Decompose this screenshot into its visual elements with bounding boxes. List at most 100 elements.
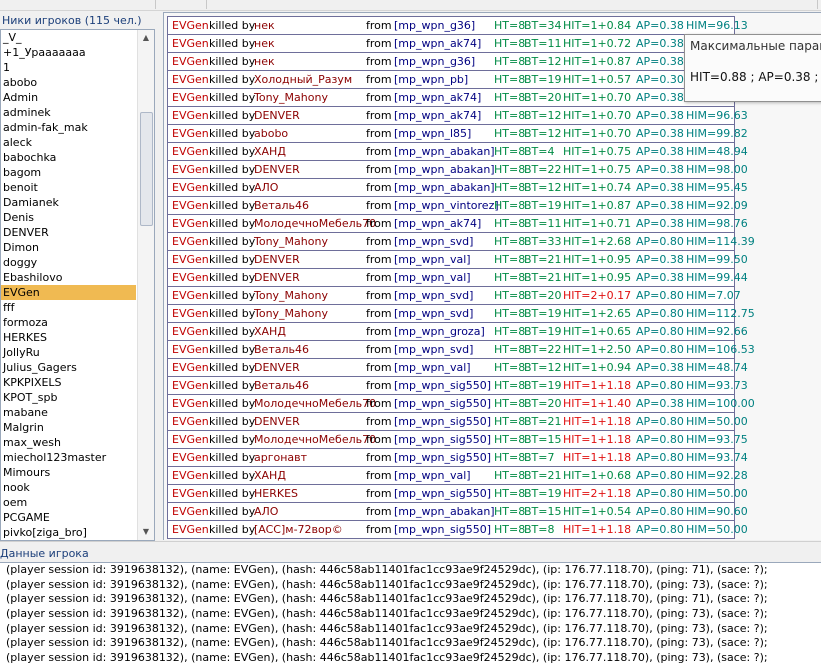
player-list-item[interactable]: Damianek <box>1 195 136 210</box>
player-list-item[interactable]: formoza <box>1 315 136 330</box>
hit-value: HIT=1+0.87 <box>563 199 632 212</box>
kill-log-row[interactable]: EVGen killed by DENVER from [mp_wpn_val] HT=8… <box>167 268 821 287</box>
player-list-item[interactable]: JollyRu <box>1 345 136 360</box>
killer-name: нек <box>254 19 275 32</box>
kill-log-row[interactable]: EVGen killed by [ACC]м-72вор© from [mp_wpn_s… <box>167 520 821 539</box>
kill-log-row[interactable]: EVGen killed by abobo from [mp_wpn_l85] HT=8 B… <box>167 124 821 143</box>
kill-log-row[interactable]: EVGen killed by Веталь46 from [mp_wpn_sig550… <box>167 376 821 395</box>
player-list-item[interactable]: miechol123master <box>1 450 136 465</box>
victim-name: EVGen <box>172 325 209 338</box>
player-list-item[interactable]: Admin <box>1 90 136 105</box>
players-list[interactable]: _V_ +1_Урааааааа 1 abobo Admin adminek admin-f… <box>1 30 136 540</box>
player-list-item[interactable]: bagom <box>1 165 136 180</box>
kill-log-row[interactable]: EVGen killed by Tony_Mahony from [mp_wpn_svd… <box>167 232 821 251</box>
victim-name: EVGen <box>172 361 209 374</box>
kill-log-row[interactable]: EVGen killed by Веталь46 from [mp_wpn_vintor… <box>167 196 821 215</box>
bt-value: BT=19 <box>524 379 562 392</box>
weapon-name: [mp_wpn_sig550] <box>394 415 491 428</box>
player-list-item[interactable]: Denis <box>1 210 136 225</box>
kill-log-row[interactable]: EVGen killed by HERKES from [mp_wpn_sig550] H… <box>167 484 821 503</box>
hit-value: HIT=1+0.95 <box>563 253 632 266</box>
kill-log-row[interactable]: EVGen killed by Tony_Mahony from [mp_wpn_svd… <box>167 304 821 323</box>
weapon-name: [mp_wpn_sig550] <box>394 523 491 536</box>
player-list-item[interactable]: max_wesh <box>1 435 136 450</box>
player-list-item[interactable]: DENVER <box>1 225 136 240</box>
from-label: from <box>366 379 392 392</box>
player-list-item[interactable]: nook <box>1 480 136 495</box>
killed-by-label: killed by <box>209 163 256 176</box>
player-list-item[interactable]: benoit <box>1 180 136 195</box>
player-list-item[interactable]: PCGAME <box>1 510 136 525</box>
killed-by-label: killed by <box>209 181 256 194</box>
player-list-item[interactable]: pivko[ziga_bro] <box>1 525 136 540</box>
player-list-item[interactable]: fff <box>1 300 136 315</box>
player-list-item[interactable]: mabane <box>1 405 136 420</box>
kill-log-row[interactable]: EVGen killed by МолодечноМебель70 from [mp_w… <box>167 394 821 413</box>
kill-log-row[interactable]: EVGen killed by DENVER from [mp_wpn_sig550] H… <box>167 412 821 431</box>
ht-value: HT=8 <box>494 127 526 140</box>
kill-log-row[interactable]: EVGen killed by Tony_Mahony from [mp_wpn_svd… <box>167 286 821 305</box>
scroll-down-icon[interactable]: ▼ <box>138 524 154 540</box>
killer-name: [ACC]м-72вор© <box>254 523 343 536</box>
victim-name: EVGen <box>172 145 209 158</box>
scroll-up-icon[interactable]: ▲ <box>138 30 154 46</box>
killed-by-label: killed by <box>209 505 256 518</box>
player-list-item[interactable]: Ebashilovo <box>1 270 136 285</box>
player-list-item[interactable]: Julius_Gagers <box>1 360 136 375</box>
kill-log-row[interactable]: EVGen killed by МолодечноМебель70 from [mp_w… <box>167 214 821 233</box>
weapon-name: [mp_wpn_l85] <box>394 127 472 140</box>
kill-log-row[interactable]: EVGen killed by МолодечноМебель70 from [mp_w… <box>167 430 821 449</box>
kill-log-row[interactable]: EVGen killed by АЛО from [mp_wpn_abakan] HT=8… <box>167 502 821 521</box>
kill-log-row[interactable]: EVGen killed by аргонавт from [mp_wpn_sig550… <box>167 448 821 467</box>
from-label: from <box>366 433 392 446</box>
kill-log-row[interactable]: EVGen killed by ХАНД from [mp_wpn_abakan] HT=… <box>167 142 821 161</box>
ht-value: HT=8 <box>494 271 526 284</box>
player-list-item[interactable]: Malgrin <box>1 420 136 435</box>
player-list-item[interactable]: KPOT_spb <box>1 390 136 405</box>
player-list-item[interactable]: +1_Урааааааа <box>1 45 136 60</box>
bt-value: BT=12 <box>524 181 562 194</box>
kill-log-row[interactable]: EVGen killed by нек from [mp_wpn_g36] HT=8 BT=… <box>167 16 821 35</box>
players-scrollbar[interactable]: ▲ ▼ <box>137 30 154 540</box>
ht-value: HT=8 <box>494 181 526 194</box>
him-value: HIM=92.09 <box>686 199 748 212</box>
killed-by-label: killed by <box>209 415 256 428</box>
kill-log-row[interactable]: EVGen killed by DENVER from [mp_wpn_val] HT=8… <box>167 250 821 269</box>
victim-name: EVGen <box>172 19 209 32</box>
kill-log-row[interactable]: EVGen killed by Веталь46 from [mp_wpn_svd] HT… <box>167 340 821 359</box>
player-list-item[interactable]: Dimon <box>1 240 136 255</box>
player-data-line: (player session id: 3919638132), (name: … <box>6 577 768 591</box>
player-list-item[interactable]: adminek <box>1 105 136 120</box>
kill-log-row[interactable]: EVGen killed by DENVER from [mp_wpn_ak74] HT=… <box>167 106 821 125</box>
player-list-item[interactable]: 1 <box>1 60 136 75</box>
kill-log-row[interactable]: EVGen killed by АЛО from [mp_wpn_abakan] HT=8… <box>167 178 821 197</box>
hit-value: HIT=1+0.57 <box>563 73 632 86</box>
player-data-line: (player session id: 3919638132), (name: … <box>6 563 768 576</box>
weapon-name: [mp_wpn_sig550] <box>394 487 491 500</box>
player-data-panel[interactable]: (player session id: 3919638132), (name: … <box>0 562 821 669</box>
player-list-item[interactable]: HERKES <box>1 330 136 345</box>
him-value: HIM=7.07 <box>686 289 741 302</box>
player-list-item[interactable]: doggy <box>1 255 136 270</box>
kill-log-row[interactable]: EVGen killed by ХАНД from [mp_wpn_groza] HT=8… <box>167 322 821 341</box>
hit-value: HIT=1+0.75 <box>563 163 632 176</box>
players-listbox[interactable]: _V_ +1_Урааааааа 1 abobo Admin adminek admin-f… <box>0 29 155 541</box>
player-list-item[interactable]: admin-fak_mak <box>1 120 136 135</box>
player-list-item[interactable]: KPKPIXELS <box>1 375 136 390</box>
player-list-item[interactable]: EVGen <box>1 285 136 300</box>
player-list-item[interactable]: aleck <box>1 135 136 150</box>
from-label: from <box>366 199 392 212</box>
kill-log-row[interactable]: EVGen killed by ХАНД from [mp_wpn_val] HT=8 BT… <box>167 466 821 485</box>
tooltip-title: Максимальные парамет <box>690 39 821 53</box>
scroll-thumb[interactable] <box>140 112 153 226</box>
player-list-item[interactable]: oem <box>1 495 136 510</box>
kill-log-row[interactable]: EVGen killed by DENVER from [mp_wpn_val] HT=8… <box>167 358 821 377</box>
killed-by-label: killed by <box>209 127 256 140</box>
killed-by-label: killed by <box>209 469 256 482</box>
kill-log-row[interactable]: EVGen killed by DENVER from [mp_wpn_abakan] H… <box>167 160 821 179</box>
player-list-item[interactable]: _V_ <box>1 30 136 45</box>
player-list-item[interactable]: Mimours <box>1 465 136 480</box>
ap-value: AP=0.38 <box>636 397 684 410</box>
player-list-item[interactable]: babochka <box>1 150 136 165</box>
player-list-item[interactable]: abobo <box>1 75 136 90</box>
